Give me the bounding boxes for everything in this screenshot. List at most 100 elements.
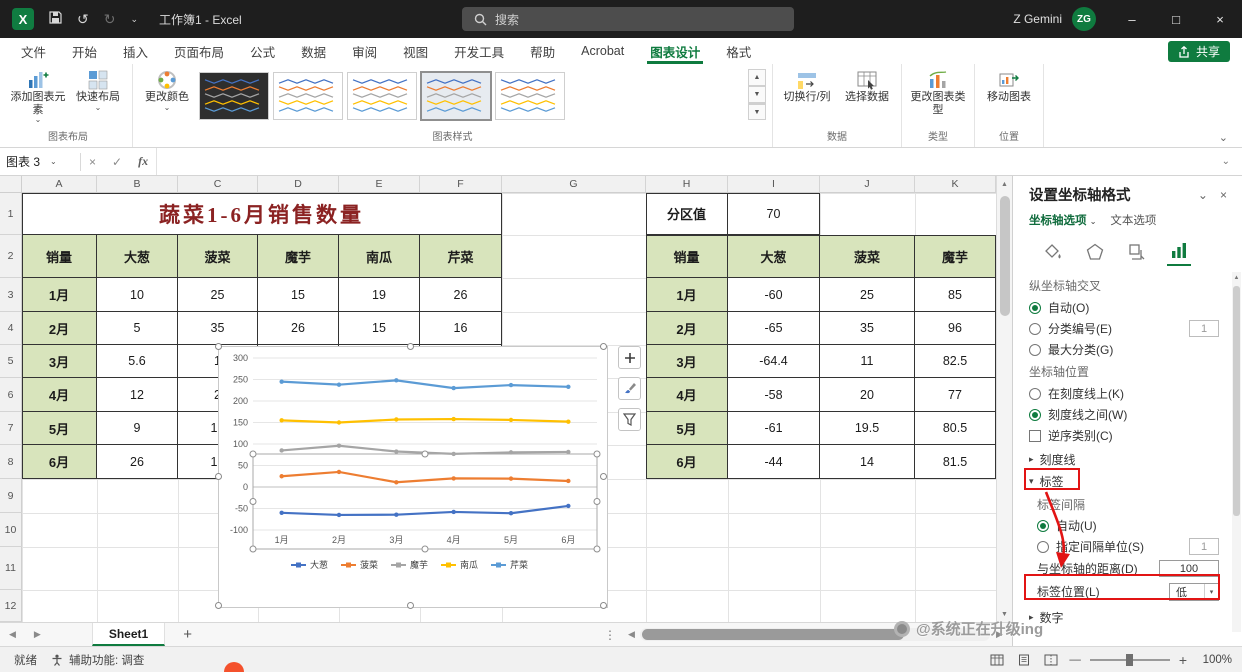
data-cell[interactable]: 77	[915, 378, 996, 412]
vertical-scrollbar[interactable]: ▲ ▼	[996, 176, 1012, 622]
data-cell[interactable]: 26	[258, 312, 339, 345]
y-tick-label[interactable]: 200	[233, 396, 248, 406]
data-cell[interactable]: 35	[178, 312, 258, 345]
axis-selection-handle[interactable]	[593, 545, 601, 553]
row-header-5[interactable]: 5	[0, 345, 22, 378]
data-cell[interactable]: 85	[915, 278, 996, 312]
section-labels[interactable]: ▾ 标签	[1029, 472, 1219, 491]
x-tick-label[interactable]: 4月	[447, 535, 461, 545]
ribbon-tab-4[interactable]: 公式	[237, 38, 288, 64]
data-cell[interactable]: -60	[728, 278, 820, 312]
tab-text-options[interactable]: 文本选项	[1110, 212, 1156, 228]
accessibility-status[interactable]: 辅助功能: 调查	[51, 652, 144, 668]
column-header-J[interactable]: J	[820, 176, 915, 193]
y-tick-label[interactable]: -100	[230, 525, 248, 535]
data-cell[interactable]: 19.5	[820, 412, 915, 445]
change-colors-button[interactable]: 更改颜色 ⌄	[139, 66, 195, 111]
column-header-E[interactable]: E	[339, 176, 420, 193]
zoom-slider[interactable]	[1089, 653, 1170, 666]
row-header-4[interactable]: 4	[0, 312, 22, 345]
row-header-2[interactable]: 2	[0, 235, 22, 278]
sheet-tab-sheet1[interactable]: Sheet1	[91, 623, 166, 646]
minimize-button[interactable]: –	[1110, 0, 1154, 38]
fill-line-icon[interactable]	[1041, 238, 1065, 266]
data-cell[interactable]: 80.5	[915, 412, 996, 445]
axis-selection-handle[interactable]	[249, 498, 257, 505]
chart-style-thumbnail-3[interactable]	[347, 72, 417, 120]
ribbon-tab-7[interactable]: 视图	[390, 38, 441, 64]
left-table-header[interactable]: 大葱	[97, 235, 178, 278]
zoom-in-icon[interactable]: +	[1179, 652, 1187, 668]
quick-access-chevron-icon[interactable]: ⌄	[130, 14, 138, 25]
sheet-title[interactable]: 蔬菜1-6月销售数量	[22, 193, 502, 235]
x-tick-label[interactable]: 2月	[332, 535, 346, 545]
column-header-B[interactable]: B	[97, 176, 178, 193]
data-cell[interactable]: -65	[728, 312, 820, 345]
y-tick-label[interactable]: 150	[233, 418, 248, 428]
chart-filter-button[interactable]	[618, 408, 641, 431]
enter-icon[interactable]: ✓	[104, 155, 130, 169]
user-name[interactable]: Z Gemini	[1013, 12, 1062, 26]
chart-selection-handle[interactable]	[215, 602, 222, 609]
series-line-4[interactable]	[281, 379, 569, 390]
chart-selection-handle[interactable]	[600, 473, 607, 480]
move-chart-button[interactable]: 移动图表	[981, 66, 1037, 104]
y-tick-label[interactable]: 100	[233, 439, 248, 449]
month-cell[interactable]: 5月	[646, 412, 728, 445]
chart-selection-handle[interactable]	[215, 473, 222, 480]
splitter-handle-icon[interactable]: ⋮	[604, 628, 616, 642]
insert-function-icon[interactable]: fx	[130, 154, 156, 169]
select-all-corner[interactable]	[0, 176, 22, 193]
axis-selection-handle[interactable]	[249, 450, 257, 458]
name-box[interactable]: 图表 3 ⌄	[0, 148, 80, 175]
pane-close-icon[interactable]: ×	[1208, 188, 1227, 202]
radio-between-tick-marks[interactable]: 刻度线之间(W)	[1029, 405, 1219, 424]
change-chart-type-button[interactable]: 更改图表类型	[908, 66, 968, 116]
category-number-input[interactable]	[1189, 320, 1219, 337]
row-header-7[interactable]: 7	[0, 412, 22, 445]
gallery-more-icon[interactable]: ▼	[748, 103, 766, 120]
ribbon-tab-3[interactable]: 页面布局	[161, 38, 237, 64]
tab-axis-options[interactable]: 坐标轴选项 ⌄	[1029, 212, 1096, 228]
series-line-1[interactable]	[281, 470, 569, 484]
month-cell[interactable]: 4月	[22, 378, 97, 412]
data-cell[interactable]: 19	[339, 278, 420, 312]
quick-layout-button[interactable]: 快速布局 ⌄	[70, 66, 126, 111]
zoom-out-icon[interactable]: —	[1069, 654, 1081, 666]
axis-selection-handle[interactable]	[249, 545, 257, 553]
label-position-dropdown[interactable]: 低 ▾	[1169, 582, 1219, 601]
data-cell[interactable]: -44	[728, 445, 820, 479]
chart-style-thumbnail-2[interactable]	[273, 72, 343, 120]
row-header-12[interactable]: 12	[0, 590, 22, 622]
row-header-3[interactable]: 3	[0, 278, 22, 312]
legend-label[interactable]: 大葱	[310, 559, 328, 570]
ribbon-tab-12[interactable]: 格式	[713, 38, 764, 64]
search-input[interactable]: 搜索	[462, 7, 794, 31]
y-tick-label[interactable]: -50	[235, 504, 248, 514]
month-cell[interactable]: 2月	[22, 312, 97, 345]
chart-selection-handle[interactable]	[407, 602, 414, 609]
gallery-down-icon[interactable]: ▼	[748, 86, 766, 103]
partition-value-cell[interactable]: 70	[728, 193, 820, 235]
data-cell[interactable]: 16	[420, 312, 502, 345]
data-cell[interactable]: 5.6	[97, 345, 178, 378]
size-properties-icon[interactable]	[1125, 238, 1149, 266]
month-cell[interactable]: 6月	[22, 445, 97, 479]
pane-options-chevron-icon[interactable]: ⌄	[1186, 188, 1208, 202]
normal-view-icon[interactable]	[988, 652, 1006, 668]
horizontal-scroll-thumb[interactable]	[642, 629, 904, 640]
data-cell[interactable]: 25	[178, 278, 258, 312]
share-button[interactable]: 共享	[1167, 41, 1230, 62]
left-table-header[interactable]: 南瓜	[339, 235, 420, 278]
close-button[interactable]: ×	[1198, 0, 1242, 38]
add-sheet-button[interactable]: +	[165, 626, 210, 643]
sheet-nav-left-icon[interactable]: ◀	[0, 629, 25, 640]
data-cell[interactable]: 12	[97, 378, 178, 412]
right-table-header[interactable]: 魔芋	[915, 235, 996, 278]
row-header-1[interactable]: 1	[0, 193, 22, 235]
redo-icon[interactable]: ↻	[104, 11, 116, 28]
month-cell[interactable]: 6月	[646, 445, 728, 479]
chart-style-thumbnail-4[interactable]	[421, 72, 491, 120]
interval-unit-input[interactable]	[1189, 538, 1219, 555]
right-table-header[interactable]: 大葱	[728, 235, 820, 278]
